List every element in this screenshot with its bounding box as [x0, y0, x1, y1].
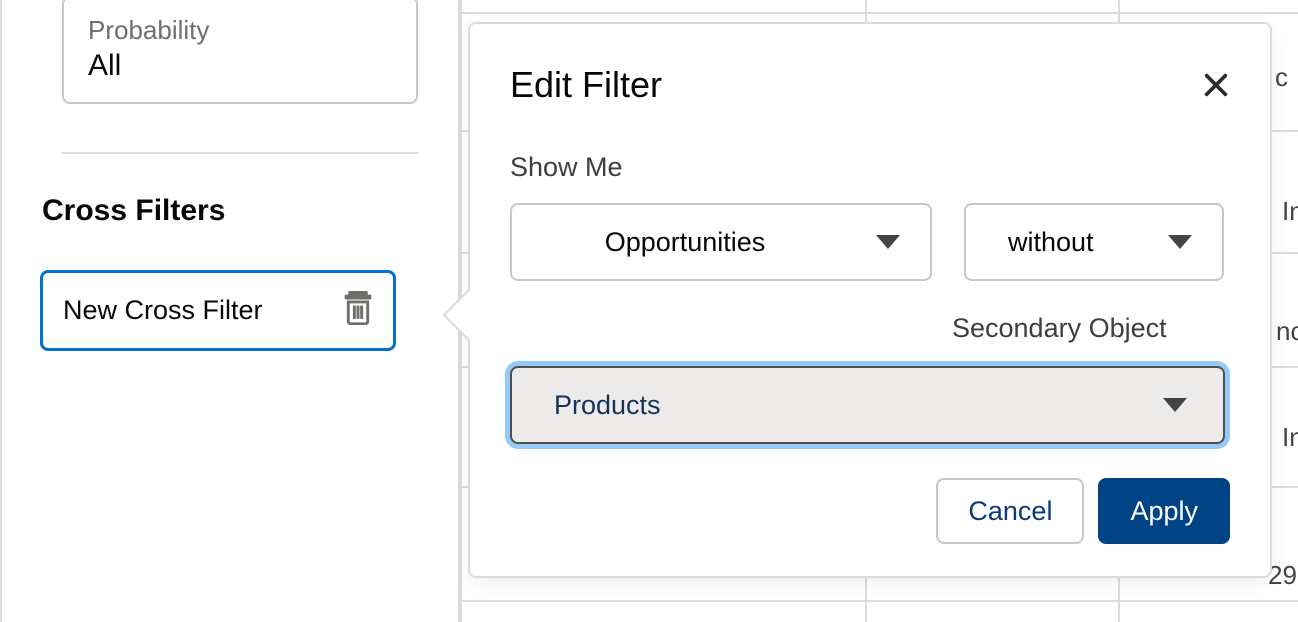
show-me-row: Opportunities without: [510, 203, 1230, 281]
sidebar-divider: [62, 152, 418, 154]
cancel-button-label: Cancel: [968, 496, 1052, 527]
cross-filters-heading: Cross Filters: [42, 194, 438, 228]
show-me-label: Show Me: [510, 152, 1230, 183]
secondary-object-value: Products: [554, 390, 661, 421]
filter-card-value: All: [88, 47, 392, 85]
apply-button-label: Apply: [1130, 496, 1198, 527]
chevron-down-icon: [876, 235, 900, 249]
secondary-object-select[interactable]: Products: [510, 366, 1225, 444]
relation-select[interactable]: without: [964, 203, 1224, 281]
apply-button[interactable]: Apply: [1098, 478, 1230, 544]
chevron-down-icon: [1168, 235, 1192, 249]
close-icon[interactable]: [1202, 71, 1230, 99]
table-cell: In: [1282, 196, 1298, 227]
relation-value: without: [1008, 227, 1094, 258]
cross-filter-item-new[interactable]: New Cross Filter: [40, 270, 396, 351]
filter-card-label: Probability: [88, 14, 392, 47]
trash-icon[interactable]: [343, 291, 373, 330]
popover-button-row: Cancel Apply: [510, 478, 1230, 544]
secondary-object-label: Secondary Object: [510, 313, 1230, 344]
filters-sidebar: Probability All Cross Filters New Cross …: [0, 0, 460, 622]
filter-card-probability[interactable]: Probability All: [62, 0, 418, 104]
table-cell: In: [1282, 422, 1298, 453]
table-cell: nc: [1276, 316, 1298, 347]
table-cell: 29: [1268, 560, 1297, 591]
edit-filter-popover: Edit Filter Show Me Opportunities withou…: [468, 22, 1272, 578]
chevron-down-icon: [1163, 398, 1187, 412]
table-cell: c: [1275, 62, 1288, 93]
popover-title: Edit Filter: [510, 64, 662, 106]
primary-object-select[interactable]: Opportunities: [510, 203, 932, 281]
cross-filter-item-label: New Cross Filter: [63, 295, 263, 326]
primary-object-value: Opportunities: [554, 227, 816, 258]
cancel-button[interactable]: Cancel: [936, 478, 1084, 544]
